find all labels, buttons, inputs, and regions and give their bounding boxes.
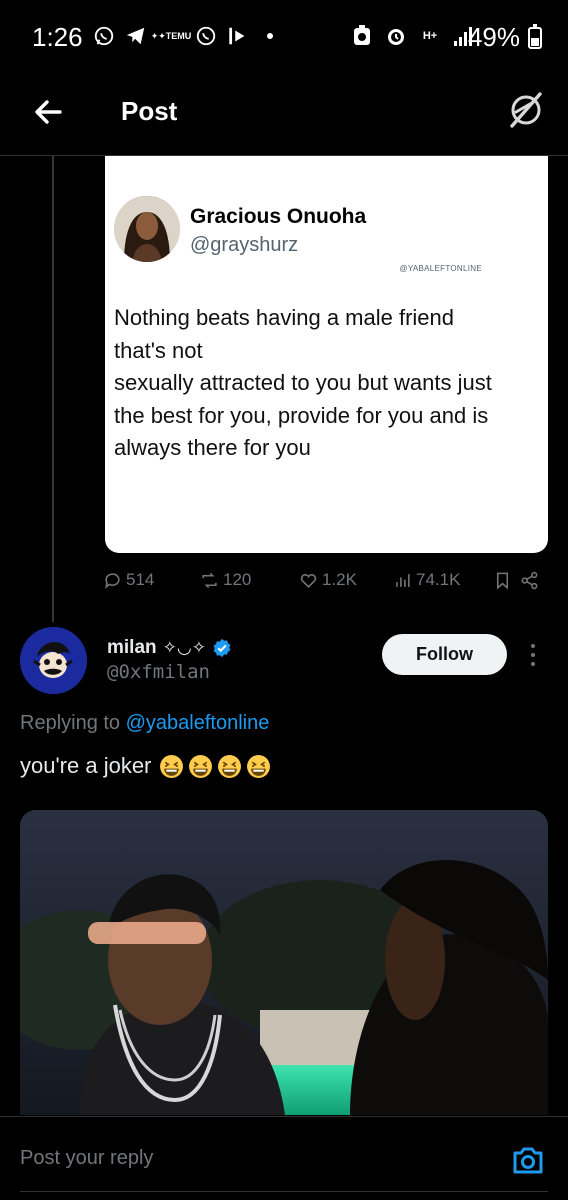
more-options-icon[interactable] xyxy=(525,641,541,669)
status-bar: 1:26 ✦✦ TEMU H+ 49% xyxy=(0,0,568,72)
reply-text-content: you're a joker xyxy=(20,753,152,778)
telegram-icon xyxy=(124,24,148,48)
quoted-text-line: sexually attracted to you but wants just xyxy=(114,370,492,395)
quoted-author-name: Gracious Onuoha xyxy=(190,205,367,228)
bookmark-icon xyxy=(496,572,509,589)
reply-author-avatar[interactable] xyxy=(20,627,87,694)
page-title: Post xyxy=(121,96,178,126)
follow-button[interactable]: Follow xyxy=(382,634,507,675)
camera-icon[interactable] xyxy=(510,1142,546,1178)
reply-author-name[interactable]: milan ✧◡✧ xyxy=(107,637,232,659)
whatsapp-icon xyxy=(92,24,116,48)
share-icon xyxy=(521,571,538,589)
replying-to-prefix: Replying to xyxy=(20,712,121,734)
quoted-author-handle: @grayshurz xyxy=(190,234,299,256)
bookmark-action[interactable] xyxy=(493,571,512,590)
reply-post-text: you're a joker xyxy=(20,753,271,779)
reply-author-name-text: milan xyxy=(107,637,157,658)
battery-percent: 49% xyxy=(467,22,520,52)
like-count: 1.2K xyxy=(322,570,357,589)
post-action-bar: 514 120 1.2K 74.1K xyxy=(103,566,553,594)
video-thumbnail xyxy=(20,810,548,1115)
thread-connector-line xyxy=(52,156,54,622)
heart-icon xyxy=(300,573,317,588)
more-notifications-dot-icon xyxy=(258,24,282,48)
quoted-text-line: that's not xyxy=(114,337,203,363)
reply-media-video[interactable] xyxy=(20,810,548,1115)
whatsapp-business-icon xyxy=(194,24,218,48)
reply-icon xyxy=(104,572,120,589)
name-decoration: ✧◡✧ xyxy=(162,638,206,657)
quoted-text-line: the best for you, provide for you and is xyxy=(114,402,489,428)
reply-action[interactable]: 514 xyxy=(103,570,179,590)
repost-count: 120 xyxy=(223,570,252,589)
boomplay-icon xyxy=(226,24,250,48)
grinning-squinting-face-emoji-icon xyxy=(247,754,271,778)
notification-icons: ✦✦ TEMU xyxy=(92,24,282,48)
status-time: 1:26 xyxy=(32,22,83,52)
views-bar-chart-icon xyxy=(396,573,410,587)
reply-composer xyxy=(0,1116,568,1200)
quoted-text-line: always there for you xyxy=(114,435,311,460)
system-icons: H+ xyxy=(350,24,476,48)
grok-icon[interactable] xyxy=(506,90,546,130)
repost-action[interactable]: 120 xyxy=(200,570,296,590)
back-arrow-icon[interactable] xyxy=(30,94,66,130)
post-image-quote-card[interactable]: Gracious Onuoha @grayshurz @YABALEFTONLI… xyxy=(105,156,548,553)
replying-to-line: Replying to @yabaleftonline xyxy=(20,712,269,735)
network-type-icon: H+ xyxy=(422,30,438,42)
composer-divider xyxy=(20,1191,548,1192)
views-action[interactable]: 74.1K xyxy=(393,570,489,590)
battery-saver-icon xyxy=(350,24,374,48)
quoted-text-line: Nothing beats having a male friend xyxy=(114,305,454,330)
quoted-author-avatar xyxy=(114,196,180,262)
repost-icon xyxy=(202,572,217,588)
temu-icon: ✦✦ TEMU xyxy=(150,30,192,41)
grinning-squinting-face-emoji-icon xyxy=(218,754,242,778)
battery-icon xyxy=(528,24,542,49)
share-action[interactable] xyxy=(520,571,539,590)
alarm-icon xyxy=(384,24,408,48)
grinning-squinting-face-emoji-icon xyxy=(160,754,184,778)
quoted-post-text: Nothing beats having a male friend that'… xyxy=(114,302,544,465)
reply-input[interactable] xyxy=(20,1147,440,1170)
replying-to-handle-link[interactable]: @yabaleftonline xyxy=(126,712,270,734)
view-count: 74.1K xyxy=(416,570,461,589)
reply-author-handle[interactable]: @0xfmilan xyxy=(107,661,210,683)
verified-badge-icon xyxy=(213,638,231,658)
top-app-bar: Post xyxy=(0,72,568,156)
like-action[interactable]: 1.2K xyxy=(299,570,383,590)
watermark: @YABALEFTONLINE xyxy=(399,264,482,273)
reply-count: 514 xyxy=(126,570,155,589)
grinning-squinting-face-emoji-icon xyxy=(189,754,213,778)
emoji-group xyxy=(159,754,271,779)
